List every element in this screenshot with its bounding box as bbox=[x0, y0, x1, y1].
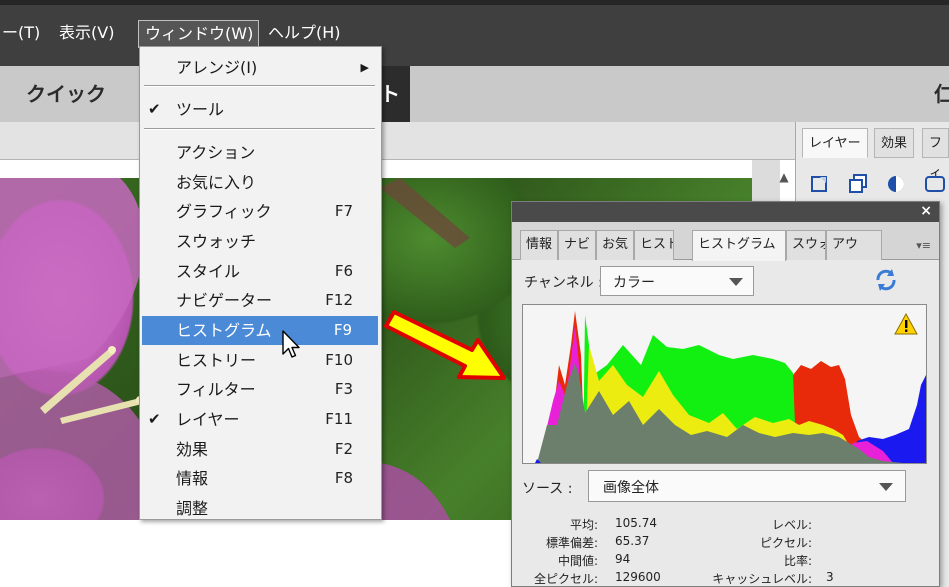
menu-item-label: ツール bbox=[176, 100, 225, 119]
tab-filters[interactable]: フィ bbox=[922, 128, 949, 181]
menu-item-favorites[interactable]: お気に入り bbox=[140, 168, 381, 197]
source-value: 画像全体 bbox=[603, 480, 659, 496]
mode-right-fragment[interactable]: 仁 bbox=[934, 78, 949, 107]
menu-item-label: アクション bbox=[176, 143, 256, 162]
tab-favorites[interactable]: お気 bbox=[596, 230, 634, 260]
panel-menu-icon[interactable]: ▾≡ bbox=[916, 239, 931, 252]
shortcut-key: F3 bbox=[334, 380, 353, 398]
chevron-down-icon bbox=[729, 278, 743, 286]
menu-item-label: 情報 bbox=[176, 469, 209, 488]
menu-item-swatches[interactable]: スウォッチ bbox=[140, 227, 381, 256]
menu-item-label: ヒストグラム bbox=[176, 321, 272, 340]
check-icon: ✔ bbox=[148, 410, 161, 428]
window-menu-dropdown: アレンジ(I) ▶ ✔ ツール アクション お気に入り グラフィック F7 スウ… bbox=[139, 46, 382, 520]
panel-tabs: 情報 ナビ お気 ヒスト ヒストグラム スウォ アウ ▾≡ bbox=[512, 222, 939, 261]
stat-label-level: レベル: bbox=[771, 518, 812, 532]
chevron-down-icon bbox=[879, 483, 893, 491]
layer-mask-icon[interactable] bbox=[922, 172, 948, 196]
menu-item-label: グラフィック bbox=[176, 202, 272, 221]
menu-separator bbox=[144, 85, 375, 87]
tab-info[interactable]: 情報 bbox=[520, 230, 558, 260]
menu-item-filters[interactable]: フィルター F3 bbox=[140, 375, 381, 404]
warning-icon[interactable] bbox=[894, 313, 918, 335]
mode-expert-tab[interactable]: ト bbox=[378, 66, 410, 122]
menu-separator bbox=[144, 128, 375, 130]
histogram-graph bbox=[522, 304, 927, 464]
check-icon: ✔ bbox=[148, 100, 161, 118]
stat-label-count: ピクセル: bbox=[759, 536, 812, 550]
menu-item-actions[interactable]: アクション bbox=[140, 138, 381, 167]
close-icon[interactable]: × bbox=[920, 203, 932, 219]
adjustment-layer-icon[interactable] bbox=[884, 172, 910, 196]
menu-item-label: スウォッチ bbox=[176, 232, 257, 251]
source-select[interactable]: 画像全体 bbox=[588, 470, 906, 502]
shortcut-key: F2 bbox=[334, 440, 353, 458]
channel-select[interactable]: カラー bbox=[600, 266, 754, 296]
shortcut-key: F10 bbox=[325, 351, 353, 369]
menu-item-layers[interactable]: ✔ レイヤー F11 bbox=[140, 405, 381, 434]
tab-actions[interactable]: アウ bbox=[826, 230, 882, 260]
menu-item-label: アレンジ(I) bbox=[176, 58, 258, 77]
shortcut-key: F7 bbox=[334, 202, 353, 220]
menu-item-history[interactable]: ヒストリー F10 bbox=[140, 346, 381, 375]
menu-image[interactable]: ー(T) bbox=[0, 19, 46, 47]
tab-history[interactable]: ヒスト bbox=[634, 230, 674, 260]
tab-navigator[interactable]: ナビ bbox=[558, 230, 596, 260]
channel-label: チャンネル : bbox=[524, 275, 603, 291]
menu-item-histogram[interactable]: ヒストグラム F9 bbox=[142, 316, 378, 345]
menu-item-styles[interactable]: スタイル F6 bbox=[140, 257, 381, 286]
new-layer-icon[interactable] bbox=[808, 172, 834, 196]
scroll-up-arrow-icon[interactable]: ▲ bbox=[775, 168, 793, 186]
menu-item-adjustments[interactable]: 調整 bbox=[140, 494, 381, 523]
histogram-statistics: 平均: 105.74 標準偏差: 65.37 中間値: 94 全ピクセル: 12… bbox=[512, 510, 939, 587]
stat-label-cache-level: キャッシュレベル: bbox=[712, 572, 812, 586]
tab-histogram[interactable]: ヒストグラム bbox=[692, 230, 786, 261]
tab-swatches[interactable]: スウォ bbox=[786, 230, 826, 260]
menu-item-graphics[interactable]: グラフィック F7 bbox=[140, 197, 381, 226]
menu-item-effects[interactable]: 効果 F2 bbox=[140, 435, 381, 464]
submenu-arrow-icon: ▶ bbox=[360, 61, 369, 74]
stat-label-percentile: 比率: bbox=[783, 554, 812, 568]
stat-value-cache-level: 3 bbox=[826, 570, 834, 584]
menu-view[interactable]: 表示(V) bbox=[53, 19, 120, 47]
tab-layers[interactable]: レイヤー bbox=[802, 128, 868, 158]
menu-item-label: お気に入り bbox=[176, 173, 257, 192]
histogram-chart bbox=[535, 311, 926, 463]
shortcut-key: F8 bbox=[334, 469, 353, 487]
menu-item-navigator[interactable]: ナビゲーター F12 bbox=[140, 286, 381, 315]
menu-item-label: ヒストリー bbox=[176, 351, 257, 370]
panel-title-bar[interactable]: × bbox=[512, 202, 939, 222]
menu-window[interactable]: ウィンドウ(W) bbox=[138, 20, 259, 48]
source-label: ソース : bbox=[522, 481, 573, 497]
menu-item-arrange[interactable]: アレンジ(I) ▶ bbox=[140, 53, 381, 82]
menu-item-label: レイヤー bbox=[176, 410, 240, 429]
shortcut-key: F11 bbox=[325, 410, 353, 428]
shortcut-key: F6 bbox=[334, 262, 353, 280]
menu-item-label: ナビゲーター bbox=[176, 291, 273, 310]
callout-arrow-icon bbox=[384, 310, 506, 380]
refresh-icon[interactable] bbox=[872, 266, 900, 294]
channel-value: カラー bbox=[613, 275, 655, 291]
mode-quick-tab[interactable]: クイック bbox=[26, 78, 106, 107]
mouse-cursor-icon bbox=[282, 330, 300, 358]
menu-item-label: 効果 bbox=[176, 440, 209, 459]
menu-help[interactable]: ヘルプ(H) bbox=[262, 19, 347, 47]
duplicate-layer-icon[interactable] bbox=[846, 172, 872, 196]
shortcut-key: F12 bbox=[325, 291, 353, 309]
shortcut-key: F9 bbox=[333, 321, 352, 339]
menu-item-label: 調整 bbox=[176, 499, 209, 518]
menu-item-label: スタイル bbox=[176, 262, 241, 281]
tab-effects[interactable]: 効果 bbox=[874, 128, 915, 158]
options-strip bbox=[0, 122, 795, 160]
histogram-panel: × 情報 ナビ お気 ヒスト ヒストグラム スウォ アウ ▾≡ チャンネル : … bbox=[511, 201, 940, 587]
menu-item-tools[interactable]: ✔ ツール bbox=[140, 95, 381, 124]
menu-item-label: フィルター bbox=[176, 380, 256, 399]
menu-item-info[interactable]: 情報 F8 bbox=[140, 464, 381, 493]
title-strip bbox=[0, 0, 949, 5]
